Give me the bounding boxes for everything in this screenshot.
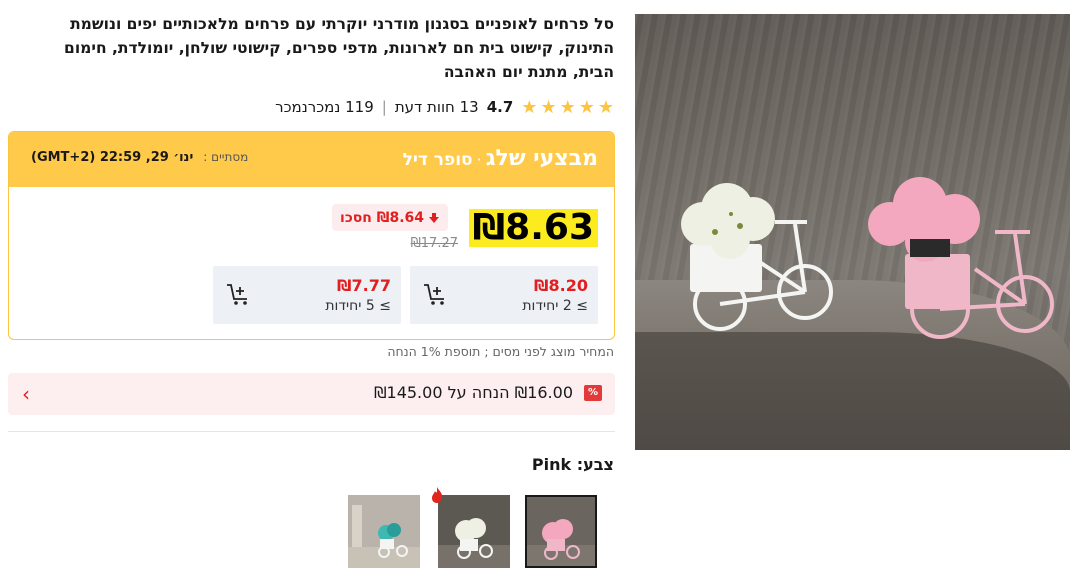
cart-plus-icon[interactable] <box>225 281 251 307</box>
sold-count: 119 נמכרנמכר <box>275 98 374 116</box>
deal-brand: מבצעי שלג · סופר דיל <box>403 146 598 171</box>
star-icon: ★ <box>521 96 538 118</box>
tier-qty: ≥ 5 יחידות <box>325 298 391 314</box>
section-divider <box>8 431 615 432</box>
arrow-down-icon <box>429 212 439 223</box>
rating-row: ★ ★ ★ ★ ★ 4.7 13 חוות דעת | 119 נמכרנמכר <box>275 96 614 118</box>
star-icon: ★ <box>540 96 557 118</box>
deal-timer-value: ינו׳ 29, 22:59 (GMT+2) <box>31 150 194 165</box>
deal-timer: מסתיים : ינו׳ 29, 22:59 (GMT+2) <box>31 150 248 165</box>
star-icon: ★ <box>559 96 576 118</box>
thumb-white-image <box>438 495 510 568</box>
rating-stars[interactable]: ★ ★ ★ ★ ★ <box>521 97 614 118</box>
current-price: ₪8.63 <box>468 209 598 247</box>
tier-price: ₪8.20 <box>534 276 588 295</box>
product-title: סל פרחים לאופניים בסגנון מודרני יוקרתי ע… <box>64 15 614 81</box>
deal-timer-label: מסתיים : <box>203 150 249 164</box>
deal-brand-main: מבצעי שלג <box>485 146 598 171</box>
color-label: צבע: Pink <box>531 455 614 474</box>
selected-border <box>525 495 597 568</box>
coupon-bar[interactable]: % ₪16.00 הנחה על ₪145.00 ‹ <box>8 373 615 415</box>
deal-brand-dot: · <box>476 150 482 169</box>
coupon-icon: % <box>584 385 602 401</box>
deal-box: מבצעי שלג · סופר דיל מסתיים : ינו׳ 29, 2… <box>8 131 615 340</box>
tier-price: ₪7.77 <box>337 276 391 295</box>
coupon-text: ₪16.00 הנחה על ₪145.00 <box>373 383 573 402</box>
divider-bar: | <box>381 98 387 116</box>
chevron-left-icon[interactable]: ‹ <box>22 382 30 406</box>
reviews-count[interactable]: 13 חוות דעת <box>395 98 479 116</box>
save-badge: ₪8.64 חסכו <box>332 204 448 231</box>
cart-plus-icon[interactable] <box>422 281 448 307</box>
color-option-white[interactable] <box>438 495 510 568</box>
color-option-blue[interactable] <box>348 495 420 568</box>
flower-bicycles-illustration <box>681 177 1054 339</box>
original-price: ₪17.27 <box>410 236 458 251</box>
tier-option-5[interactable]: ₪7.77 ≥ 5 יחידות <box>213 266 401 324</box>
tax-note: המחיר מוצג לפני מסים ; תוספת 1% הנחה <box>387 344 614 359</box>
tier-qty: ≥ 2 יחידות <box>522 298 588 314</box>
color-option-pink[interactable] <box>525 495 597 568</box>
deal-header: מבצעי שלג · סופר דיל מסתיים : ינו׳ 29, 2… <box>9 132 614 187</box>
star-icon: ★ <box>578 96 595 118</box>
thumb-blue-image <box>348 495 420 568</box>
product-main-image[interactable] <box>635 14 1070 450</box>
save-amount: ₪8.64 חסכו <box>340 209 424 226</box>
rating-value: 4.7 <box>486 98 514 116</box>
deal-brand-sub: סופר דיל <box>402 150 473 170</box>
star-icon: ★ <box>597 96 614 118</box>
fire-icon <box>432 487 443 503</box>
tier-option-2[interactable]: ₪8.20 ≥ 2 יחידות <box>410 266 598 324</box>
